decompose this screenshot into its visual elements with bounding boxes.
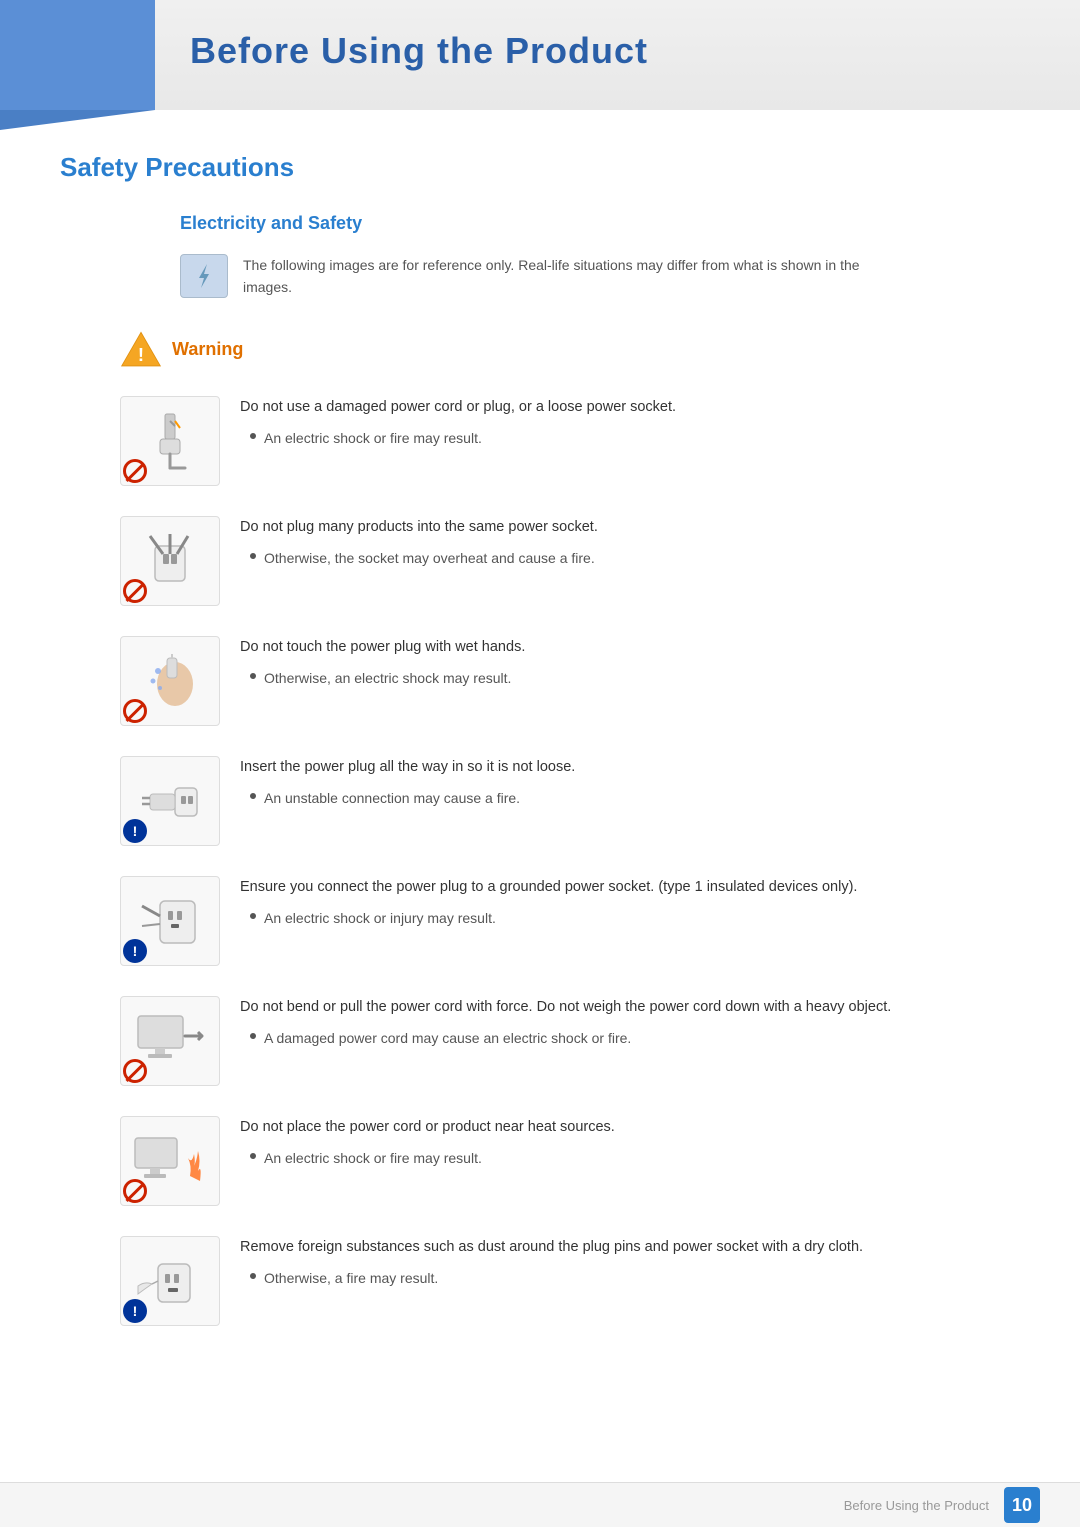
item-image-7 bbox=[120, 1236, 220, 1326]
list-item: Ensure you connect the power plug to a g… bbox=[120, 876, 1020, 966]
item-main-text: Do not use a damaged power cord or plug,… bbox=[240, 396, 1020, 419]
page-header: Before Using the Product bbox=[0, 0, 1080, 112]
lightning-icon bbox=[189, 261, 219, 291]
page-number: 10 bbox=[1004, 1487, 1040, 1523]
list-item: Do not place the power cord or product n… bbox=[120, 1116, 1020, 1206]
footer-text: Before Using the Product bbox=[844, 1498, 989, 1513]
bullet-dot bbox=[250, 673, 256, 679]
bullet-text: An electric shock or fire may result. bbox=[264, 1147, 482, 1169]
info-note-text: The following images are for reference o… bbox=[243, 254, 893, 299]
warning-label: Warning bbox=[172, 339, 243, 360]
list-item: Do not bend or pull the power cord with … bbox=[120, 996, 1020, 1086]
header-title-area: Before Using the Product bbox=[0, 0, 1080, 92]
item-image-1 bbox=[120, 516, 220, 606]
item-main-text: Do not bend or pull the power cord with … bbox=[240, 996, 1020, 1019]
item-image-0 bbox=[120, 396, 220, 486]
section-title: Safety Precautions bbox=[60, 152, 1020, 188]
item-image-3 bbox=[120, 756, 220, 846]
item-content: Do not use a damaged power cord or plug,… bbox=[240, 396, 1020, 450]
bullet-text: Otherwise, an electric shock may result. bbox=[264, 667, 511, 689]
item-content: Do not touch the power plug with wet han… bbox=[240, 636, 1020, 690]
item-content: Insert the power plug all the way in so … bbox=[240, 756, 1020, 810]
item-main-text: Insert the power plug all the way in so … bbox=[240, 756, 1020, 779]
bullet-dot bbox=[250, 1153, 256, 1159]
list-item: Do not plug many products into the same … bbox=[120, 516, 1020, 606]
warning-triangle-icon: ! bbox=[120, 329, 162, 371]
page-title: Before Using the Product bbox=[190, 30, 648, 71]
info-icon bbox=[180, 254, 228, 298]
item-content: Remove foreign substances such as dust a… bbox=[240, 1236, 1020, 1290]
item-main-text: Ensure you connect the power plug to a g… bbox=[240, 876, 1020, 899]
item-main-text: Do not place the power cord or product n… bbox=[240, 1116, 1020, 1139]
bullet-text: An electric shock or fire may result. bbox=[264, 427, 482, 449]
bullet-dot bbox=[250, 433, 256, 439]
bullet-dot bbox=[250, 913, 256, 919]
info-note: The following images are for reference o… bbox=[180, 254, 1020, 299]
list-item: Insert the power plug all the way in so … bbox=[120, 756, 1020, 846]
item-bullet: A damaged power cord may cause an electr… bbox=[250, 1027, 1020, 1049]
bullet-text: An electric shock or injury may result. bbox=[264, 907, 496, 929]
item-bullet: An unstable connection may cause a fire. bbox=[250, 787, 1020, 809]
warning-header: ! Warning bbox=[120, 329, 1020, 371]
item-bullet: Otherwise, an electric shock may result. bbox=[250, 667, 1020, 689]
svg-text:!: ! bbox=[138, 344, 144, 365]
subsection-title: Electricity and Safety bbox=[180, 213, 1020, 234]
item-image-5 bbox=[120, 996, 220, 1086]
list-item: Do not touch the power plug with wet han… bbox=[120, 636, 1020, 726]
items-list: Do not use a damaged power cord or plug,… bbox=[60, 396, 1020, 1326]
bullet-dot bbox=[250, 1273, 256, 1279]
footer: Before Using the Product 10 bbox=[0, 1482, 1080, 1527]
item-content: Do not place the power cord or product n… bbox=[240, 1116, 1020, 1170]
bullet-text: A damaged power cord may cause an electr… bbox=[264, 1027, 631, 1049]
item-bullet: An electric shock or fire may result. bbox=[250, 1147, 1020, 1169]
bullet-dot bbox=[250, 1033, 256, 1039]
item-image-6 bbox=[120, 1116, 220, 1206]
item-content: Do not plug many products into the same … bbox=[240, 516, 1020, 570]
bullet-dot bbox=[250, 793, 256, 799]
item-bullet: An electric shock or injury may result. bbox=[250, 907, 1020, 929]
bullet-dot bbox=[250, 553, 256, 559]
item-main-text: Remove foreign substances such as dust a… bbox=[240, 1236, 1020, 1259]
main-content: Safety Precautions Electricity and Safet… bbox=[0, 142, 1080, 1416]
item-content: Ensure you connect the power plug to a g… bbox=[240, 876, 1020, 930]
list-item: Remove foreign substances such as dust a… bbox=[120, 1236, 1020, 1326]
item-bullet: Otherwise, the socket may overheat and c… bbox=[250, 547, 1020, 569]
bullet-text: Otherwise, a fire may result. bbox=[264, 1267, 438, 1289]
item-image-2 bbox=[120, 636, 220, 726]
item-bullet: An electric shock or fire may result. bbox=[250, 427, 1020, 449]
item-main-text: Do not plug many products into the same … bbox=[240, 516, 1020, 539]
item-content: Do not bend or pull the power cord with … bbox=[240, 996, 1020, 1050]
list-item: Do not use a damaged power cord or plug,… bbox=[120, 396, 1020, 486]
item-bullet: Otherwise, a fire may result. bbox=[250, 1267, 1020, 1289]
bullet-text: Otherwise, the socket may overheat and c… bbox=[264, 547, 595, 569]
item-image-4 bbox=[120, 876, 220, 966]
bullet-text: An unstable connection may cause a fire. bbox=[264, 787, 520, 809]
item-main-text: Do not touch the power plug with wet han… bbox=[240, 636, 1020, 659]
